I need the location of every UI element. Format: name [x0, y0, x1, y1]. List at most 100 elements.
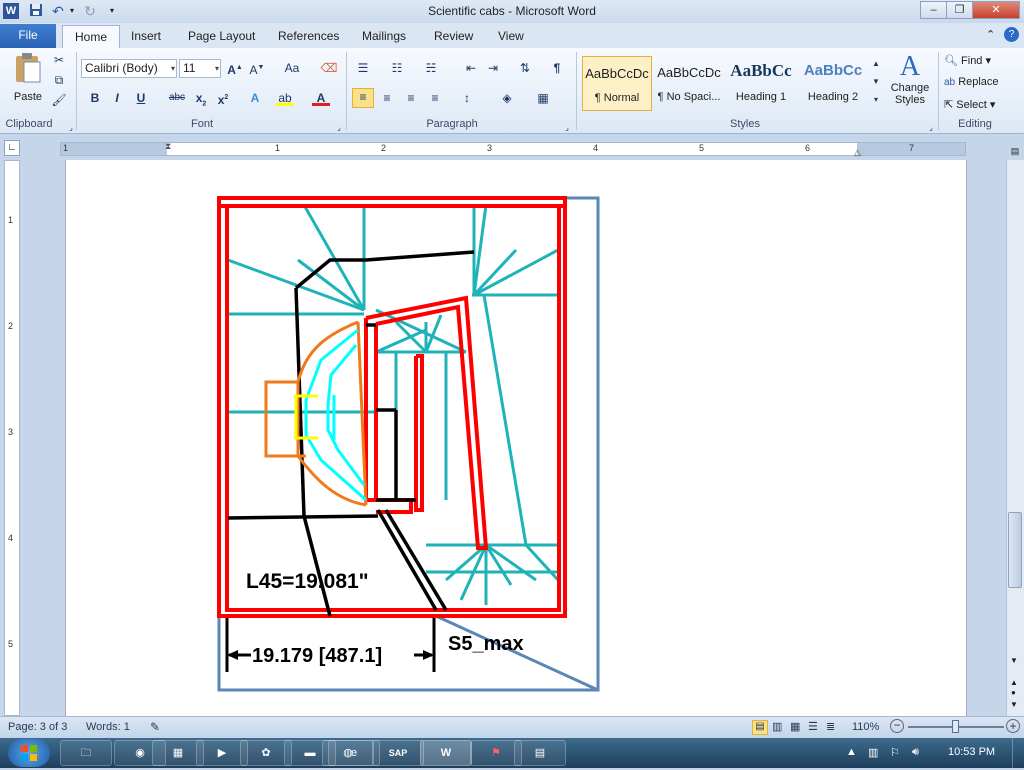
page-count[interactable]: Page: 3 of 3 — [8, 721, 67, 733]
paste-button[interactable]: Paste — [8, 52, 48, 114]
superscript-icon[interactable]: x2 — [214, 90, 232, 107]
web-layout-view-icon[interactable]: ▦ — [790, 720, 800, 733]
view-ruler-icon[interactable]: ▤ — [1008, 146, 1022, 158]
italic-icon[interactable]: I — [108, 90, 126, 106]
scroll-thumb[interactable] — [1008, 512, 1022, 588]
vertical-ruler[interactable]: 1 2 3 4 5 — [4, 160, 20, 716]
select-button[interactable]: ⇱ Select ▾ — [944, 98, 1014, 111]
tab-file[interactable]: File — [0, 24, 56, 48]
shading-icon[interactable]: ◈ — [498, 90, 516, 106]
tab-references[interactable]: References — [278, 27, 339, 48]
increase-indent-icon[interactable]: ⇥ — [484, 60, 502, 76]
ribbon: Paste ✂ ⧉ 🖌 Clipboard ⌟ Calibri (Body) ▾ … — [0, 48, 1024, 134]
style-no-spacing[interactable]: AaBbCcDc ¶ No Spaci... — [654, 56, 724, 111]
show-formatting-icon[interactable]: ¶ — [548, 60, 566, 76]
tab-selector-icon[interactable]: ∟ — [4, 140, 20, 156]
show-desktop-button[interactable] — [1012, 738, 1024, 768]
justify-icon[interactable]: ≡ — [426, 90, 444, 106]
change-styles-icon: A — [899, 51, 921, 82]
styles-more-icon[interactable]: ▾ — [870, 92, 882, 108]
subscript-icon[interactable]: x2 — [192, 90, 210, 107]
notepad-taskbar-icon[interactable]: ▤ — [514, 740, 566, 766]
explorer-taskbar-icon[interactable]: 🗀 — [60, 740, 112, 766]
print-layout-view-icon[interactable]: ▤ — [752, 720, 768, 735]
clear-formatting-icon[interactable]: ⌫ — [320, 60, 338, 76]
text-effects-icon[interactable]: A — [246, 90, 264, 106]
proofing-icon[interactable]: ✎ — [150, 720, 160, 734]
bullets-icon[interactable]: ☰ — [354, 60, 372, 76]
show-hidden-icons-icon[interactable]: ▲ — [846, 746, 857, 758]
multilevel-list-icon[interactable]: ☵ — [422, 60, 440, 76]
tab-home[interactable]: Home — [62, 25, 121, 48]
network-tray-icon[interactable]: ▥ — [868, 746, 878, 759]
volume-tray-icon[interactable]: 🔊︎ — [912, 746, 919, 759]
tab-review[interactable]: Review — [434, 27, 473, 48]
align-center-icon[interactable]: ≡ — [378, 90, 396, 106]
grow-font-icon[interactable]: A▲ — [226, 60, 244, 77]
replace-button[interactable]: ab Replace — [944, 76, 1014, 88]
paragraph-group-label: Paragraph — [426, 118, 478, 130]
zoom-slider-thumb[interactable] — [952, 720, 959, 733]
taskbar-clock[interactable]: 10:53 PM — [948, 746, 995, 758]
style-heading-2[interactable]: AaBbCc Heading 2 — [798, 56, 868, 111]
cabinet-drawing[interactable]: L45=19.081" 19.179 [487.1] S5_max — [66, 160, 968, 716]
styles-scroll-up-icon[interactable]: ▲ — [870, 56, 882, 72]
previous-page-icon[interactable]: ▲ — [1010, 678, 1018, 687]
line-spacing-icon[interactable]: ↕ — [458, 90, 476, 106]
restore-button[interactable]: ❐ — [946, 1, 973, 19]
next-page-icon[interactable]: ▼ — [1010, 700, 1018, 709]
zoom-in-icon[interactable]: + — [1006, 719, 1020, 733]
draft-view-icon[interactable]: ≣ — [826, 720, 835, 733]
select-icon: ⇱ — [944, 99, 954, 111]
copy-icon[interactable]: ⧉ — [50, 72, 68, 88]
cut-icon[interactable]: ✂ — [50, 52, 68, 68]
minimize-ribbon-icon[interactable]: ⌃ — [986, 28, 995, 41]
start-button-icon[interactable] — [8, 739, 50, 767]
tab-insert[interactable]: Insert — [131, 27, 161, 48]
scroll-down-arrow-icon[interactable]: ▼ — [1010, 656, 1018, 665]
borders-icon[interactable]: ▦ — [534, 90, 552, 106]
red-cabinet-outline — [217, 196, 567, 618]
action-center-tray-icon[interactable]: ⚐ — [890, 746, 900, 759]
sort-icon[interactable]: ⇅ — [516, 60, 534, 76]
minimize-button[interactable]: – — [920, 1, 947, 19]
font-family-combo[interactable]: Calibri (Body) ▾ — [81, 59, 177, 78]
bold-icon[interactable]: B — [86, 90, 104, 106]
tab-view[interactable]: View — [498, 27, 524, 48]
style-heading-1[interactable]: AaBbCc Heading 1 — [726, 56, 796, 111]
highlight-icon[interactable]: ab — [276, 90, 294, 106]
sap-taskbar-icon[interactable]: SAP — [372, 740, 424, 766]
help-icon[interactable]: ? — [1004, 27, 1019, 42]
word-taskbar-icon[interactable]: W — [420, 740, 472, 766]
styles-scroll-down-icon[interactable]: ▼ — [870, 74, 882, 90]
vertical-scrollbar[interactable]: ▼ ▲ ● ▼ — [1006, 160, 1024, 716]
horizontal-ruler[interactable]: 1 1 2 3 4 5 6 7 ⧗ △ — [60, 141, 966, 158]
font-size-combo[interactable]: 11 ▾ — [179, 59, 221, 78]
indent-marker-icon[interactable]: ⧗ — [165, 141, 171, 152]
font-color-icon[interactable]: A — [312, 90, 330, 106]
close-button[interactable]: ✕ — [972, 1, 1020, 19]
full-screen-view-icon[interactable]: ▥ — [772, 720, 782, 733]
change-styles-button[interactable]: A Change Styles — [888, 52, 932, 114]
strikethrough-icon[interactable]: abc — [166, 90, 188, 106]
tab-page-layout[interactable]: Page Layout — [188, 27, 255, 48]
style-normal[interactable]: AaBbCcDc ¶ Normal — [582, 56, 652, 111]
shrink-font-icon[interactable]: A▼ — [248, 60, 266, 77]
find-button[interactable]: 🔍︎ Find ▾ — [944, 54, 1014, 67]
zoom-level[interactable]: 110% — [852, 721, 879, 733]
change-case-icon[interactable]: Aa — [280, 60, 304, 76]
tab-mailings[interactable]: Mailings — [362, 27, 406, 48]
decrease-indent-icon[interactable]: ⇤ — [462, 60, 480, 76]
align-left-icon[interactable]: ≡ — [352, 88, 374, 108]
document-page[interactable]: L45=19.081" 19.179 [487.1] S5_max — [65, 160, 967, 716]
browse-object-icon[interactable]: ● — [1011, 688, 1016, 697]
underline-icon[interactable]: U — [132, 90, 150, 106]
outline-view-icon[interactable]: ☰ — [808, 720, 818, 733]
s5-max-label: S5_max — [448, 633, 524, 655]
format-painter-icon[interactable]: 🖌 — [50, 92, 68, 108]
zoom-out-icon[interactable]: − — [890, 719, 904, 733]
right-indent-marker-icon[interactable]: △ — [854, 147, 861, 158]
align-right-icon[interactable]: ≡ — [402, 90, 420, 106]
word-count[interactable]: Words: 1 — [86, 721, 130, 733]
numbering-icon[interactable]: ☷ — [388, 60, 406, 76]
